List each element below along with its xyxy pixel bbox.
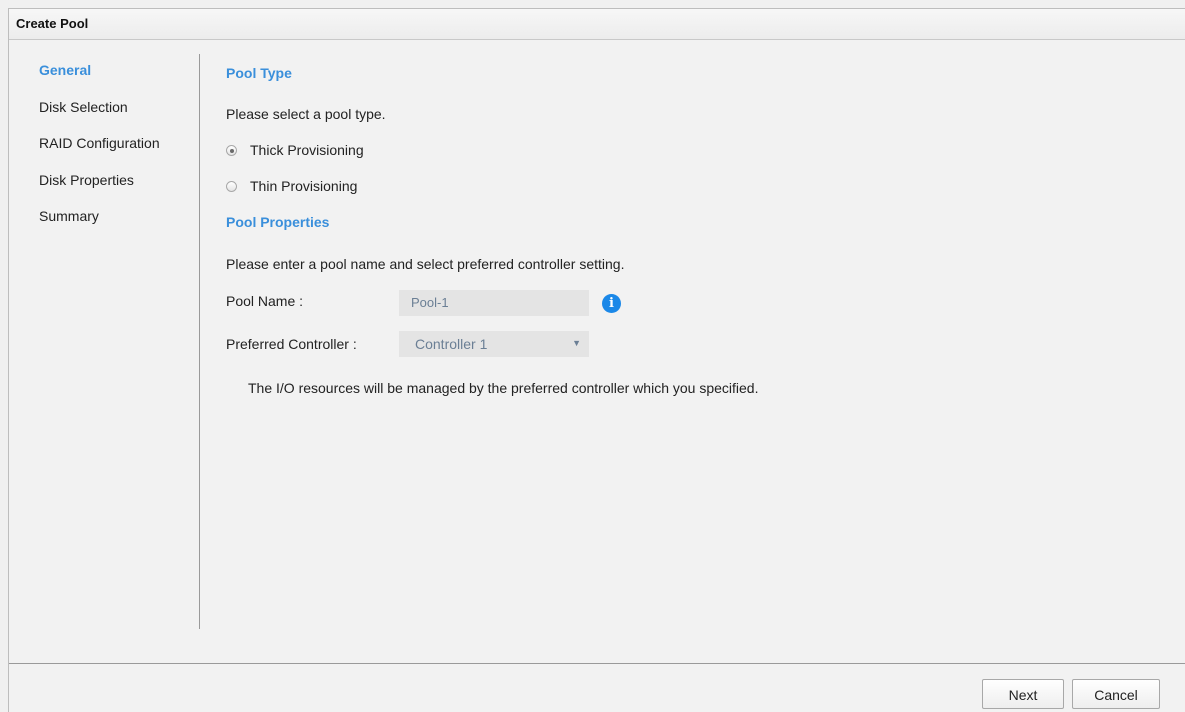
preferred-controller-select[interactable]: Controller 1 ▼ [399,331,589,357]
nav-item-disk-selection[interactable]: Disk Selection [39,99,128,115]
nav-item-summary[interactable]: Summary [39,208,99,224]
pool-properties-instruction: Please enter a pool name and select pref… [226,256,625,272]
cancel-button[interactable]: Cancel [1072,679,1160,709]
nav-item-raid-configuration[interactable]: RAID Configuration [39,135,160,151]
nav-item-general[interactable]: General [39,62,91,78]
next-button[interactable]: Next [982,679,1064,709]
preferred-controller-value: Controller 1 [415,336,488,352]
create-pool-dialog: Create Pool General Disk Selection RAID … [8,8,1185,712]
footer-divider [9,663,1185,664]
pool-name-input[interactable] [399,290,589,316]
thick-provisioning-label[interactable]: Thick Provisioning [250,142,364,158]
dialog-title: Create Pool [16,16,89,31]
vertical-divider [199,54,200,629]
controller-note: The I/O resources will be managed by the… [248,380,759,396]
chevron-down-icon: ▼ [572,338,581,348]
pool-type-heading: Pool Type [226,65,292,81]
thin-provisioning-radio[interactable] [226,181,237,192]
preferred-controller-label: Preferred Controller : [226,336,357,352]
thick-provisioning-radio[interactable] [226,145,237,156]
thin-provisioning-label[interactable]: Thin Provisioning [250,178,357,194]
info-icon[interactable]: i [602,294,621,313]
pool-name-label: Pool Name : [226,293,304,309]
pool-type-instruction: Please select a pool type. [226,106,386,122]
dialog-titlebar: Create Pool [9,9,1185,40]
pool-properties-heading: Pool Properties [226,214,330,230]
nav-item-disk-properties[interactable]: Disk Properties [39,172,134,188]
